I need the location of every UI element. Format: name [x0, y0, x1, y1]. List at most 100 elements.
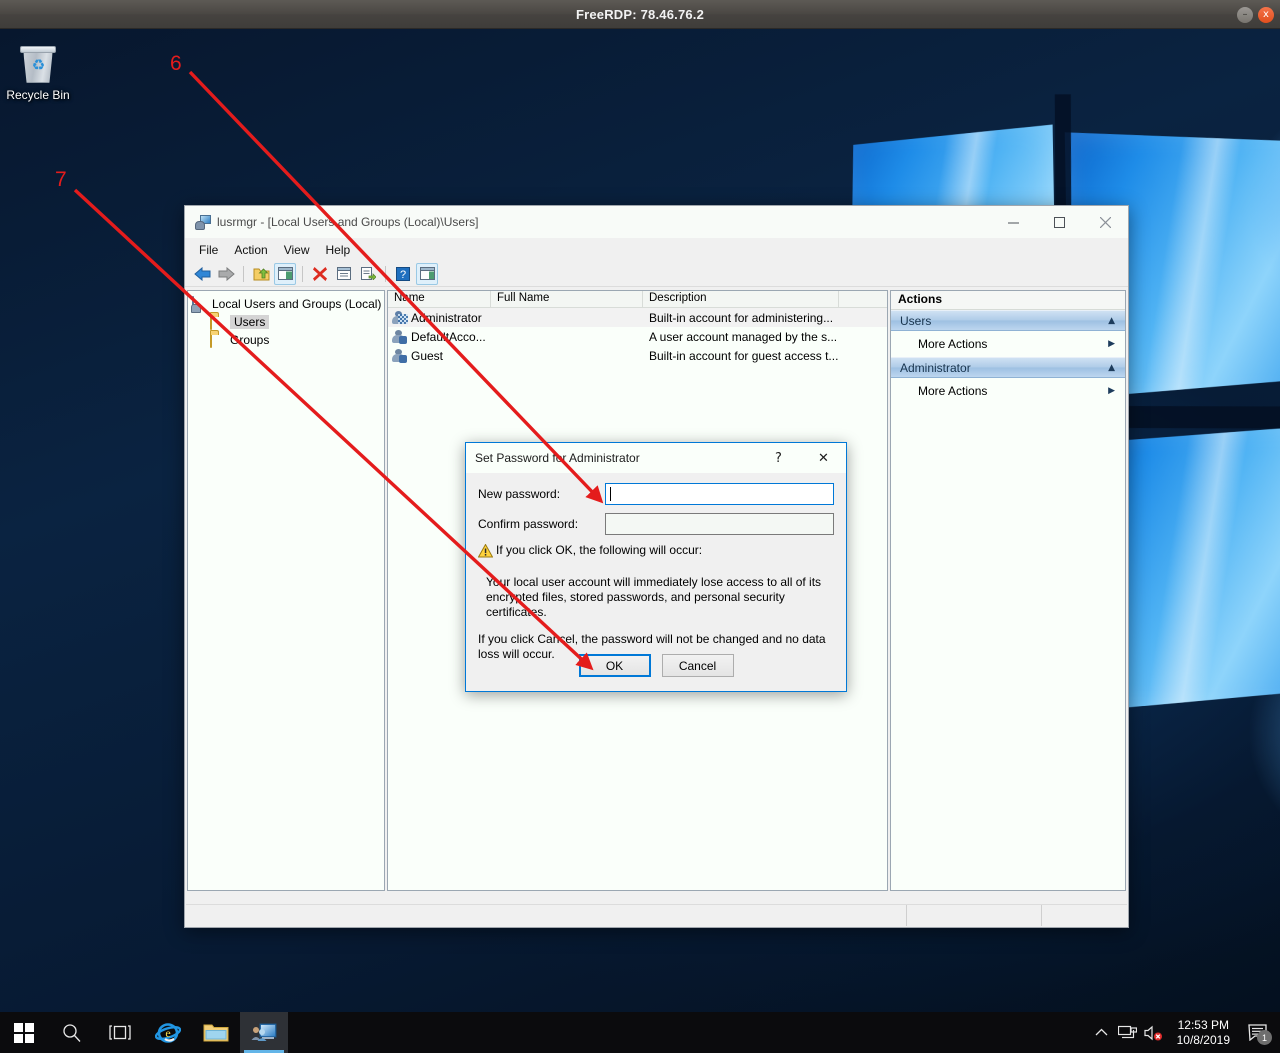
- tree-item-users-label: Users: [230, 315, 270, 329]
- column-header-full-name[interactable]: Full Name: [491, 291, 643, 307]
- disabled-user-icon: [392, 329, 408, 344]
- chevron-right-icon: ▶: [1108, 339, 1115, 349]
- console-tree-pane[interactable]: Local Users and Groups (Local) Users Gro…: [187, 290, 385, 891]
- computer-icon: [192, 296, 208, 312]
- show-hide-tree-icon[interactable]: [274, 262, 296, 285]
- ok-button[interactable]: OK: [578, 654, 651, 677]
- taskbar[interactable]: e 12:53 PM 10/8/2019 1: [0, 1012, 1280, 1053]
- back-arrow-icon[interactable]: [191, 263, 213, 285]
- system-tray[interactable]: 12:53 PM 10/8/2019 1: [1089, 1012, 1280, 1053]
- new-password-field[interactable]: [605, 483, 834, 505]
- volume-muted-icon[interactable]: [1141, 1012, 1167, 1053]
- help-icon[interactable]: ?: [392, 263, 414, 285]
- user-name-cell: Administrator: [388, 310, 491, 325]
- confirm-password-field[interactable]: [605, 513, 834, 535]
- warning-heading: If you click OK, the following will occu…: [496, 543, 703, 557]
- chevron-up-icon[interactable]: ▲: [1108, 363, 1115, 373]
- window-close-button[interactable]: [1082, 206, 1128, 239]
- export-list-icon[interactable]: [357, 263, 379, 285]
- dialog-body: New password: Confirm password: If you c…: [466, 473, 846, 662]
- help-button[interactable]: ?: [756, 443, 801, 473]
- clock[interactable]: 12:53 PM 10/8/2019: [1167, 1018, 1240, 1048]
- actions-group-users[interactable]: Users ▲: [891, 310, 1125, 331]
- cancel-button[interactable]: Cancel: [661, 654, 734, 677]
- lusrmgr-taskbar-button[interactable]: [240, 1012, 288, 1053]
- menu-bar[interactable]: File Action View Help: [185, 239, 1128, 261]
- folder-icon: [210, 314, 226, 330]
- table-row[interactable]: Guest Built-in account for guest access …: [388, 346, 887, 365]
- delete-icon[interactable]: [309, 263, 331, 285]
- screen: FreeRDP: 78.46.76.2 – x ♻ Recycle Bin lu…: [0, 0, 1280, 1053]
- user-name-label: Administrator: [411, 310, 482, 325]
- disabled-user-icon: [392, 348, 408, 363]
- dialog-close-button[interactable]: ✕: [801, 443, 846, 473]
- status-bar: [186, 904, 1127, 926]
- forward-arrow-icon[interactable]: [215, 263, 237, 285]
- close-button[interactable]: x: [1258, 6, 1274, 23]
- desktop-icon-recycle-bin[interactable]: ♻ Recycle Bin: [6, 41, 70, 102]
- file-explorer-button[interactable]: [192, 1012, 240, 1053]
- user-name-label: Guest: [411, 348, 444, 363]
- up-folder-icon[interactable]: [250, 263, 272, 285]
- action-item-administrator-more-actions[interactable]: More Actions ▶: [891, 378, 1125, 404]
- column-header-name[interactable]: Name: [388, 291, 491, 307]
- lusrmgr-window-controls: [990, 206, 1128, 239]
- chevron-right-icon: ▶: [1108, 386, 1115, 396]
- svg-text:e: e: [165, 1026, 170, 1040]
- warning-heading-row: If you click OK, the following will occu…: [477, 543, 834, 563]
- table-row[interactable]: DefaultAcco... A user account managed by…: [388, 327, 887, 346]
- freerdp-window-controls: – x: [1237, 0, 1274, 29]
- minimize-button[interactable]: –: [1237, 6, 1253, 23]
- warning-body: Your local user account will immediately…: [486, 575, 822, 619]
- actions-pane-header: Actions: [891, 291, 1125, 310]
- action-item-label: More Actions: [918, 384, 988, 398]
- menu-item-action[interactable]: Action: [226, 241, 275, 259]
- menu-item-view[interactable]: View: [276, 241, 318, 259]
- dialog-titlebar[interactable]: Set Password for Administrator ? ✕: [466, 443, 846, 473]
- new-password-label: New password:: [478, 487, 561, 501]
- actions-group-administrator[interactable]: Administrator ▲: [891, 357, 1125, 378]
- list-header-row[interactable]: Name Full Name Description: [388, 291, 887, 308]
- start-button[interactable]: [0, 1012, 48, 1053]
- tree-item-root-label: Local Users and Groups (Local): [212, 297, 382, 311]
- chevron-up-icon[interactable]: ▲: [1108, 316, 1115, 326]
- tree-item-groups[interactable]: Groups: [188, 331, 384, 349]
- tree-item-root[interactable]: Local Users and Groups (Local): [188, 295, 384, 313]
- recycle-symbol-icon: ♻: [31, 56, 46, 74]
- action-center-button[interactable]: 1: [1240, 1012, 1276, 1053]
- task-view-button[interactable]: [96, 1012, 144, 1053]
- table-row[interactable]: Administrator Built-in account for admin…: [388, 308, 887, 327]
- lusrmgr-titlebar[interactable]: lusrmgr - [Local Users and Groups (Local…: [185, 206, 1128, 239]
- menu-item-help[interactable]: Help: [318, 241, 359, 259]
- toolbar[interactable]: ?: [185, 261, 1128, 287]
- user-name-label: DefaultAcco...: [411, 329, 486, 344]
- menu-item-file[interactable]: File: [191, 241, 226, 259]
- recycle-bin-icon: ♻: [16, 41, 60, 85]
- action-item-users-more-actions[interactable]: More Actions ▶: [891, 331, 1125, 357]
- text-caret: [610, 487, 612, 501]
- dialog-button-row: OK Cancel: [466, 654, 846, 677]
- properties-icon[interactable]: [333, 263, 355, 285]
- clock-date: 10/8/2019: [1176, 1032, 1230, 1047]
- clock-time: 12:53 PM: [1177, 1017, 1229, 1032]
- tree-item-users[interactable]: Users: [188, 313, 384, 331]
- search-button[interactable]: [48, 1012, 96, 1053]
- dialog-title: Set Password for Administrator: [475, 451, 640, 465]
- search-icon: [63, 1023, 81, 1042]
- network-icon[interactable]: [1115, 1012, 1141, 1053]
- window-minimize-button[interactable]: [990, 206, 1036, 239]
- toolbar-separator: [243, 265, 244, 282]
- column-header-description[interactable]: Description: [643, 291, 839, 307]
- internet-explorer-button[interactable]: e: [144, 1012, 192, 1053]
- set-password-dialog[interactable]: Set Password for Administrator ? ✕ New p…: [465, 442, 847, 692]
- show-action-pane-icon[interactable]: [416, 262, 438, 285]
- folder-icon: [210, 332, 226, 348]
- user-name-cell: DefaultAcco...: [388, 329, 491, 344]
- window-maximize-button[interactable]: [1036, 206, 1082, 239]
- actions-pane[interactable]: Actions Users ▲ More Actions ▶ Administr…: [890, 290, 1126, 891]
- annotation-number-7: 7: [55, 168, 67, 191]
- user-description-cell: Built-in account for guest access t...: [649, 348, 839, 363]
- chevron-up-icon[interactable]: [1089, 1012, 1115, 1053]
- actions-group-users-label: Users: [900, 313, 932, 328]
- confirm-password-row: Confirm password:: [478, 513, 834, 535]
